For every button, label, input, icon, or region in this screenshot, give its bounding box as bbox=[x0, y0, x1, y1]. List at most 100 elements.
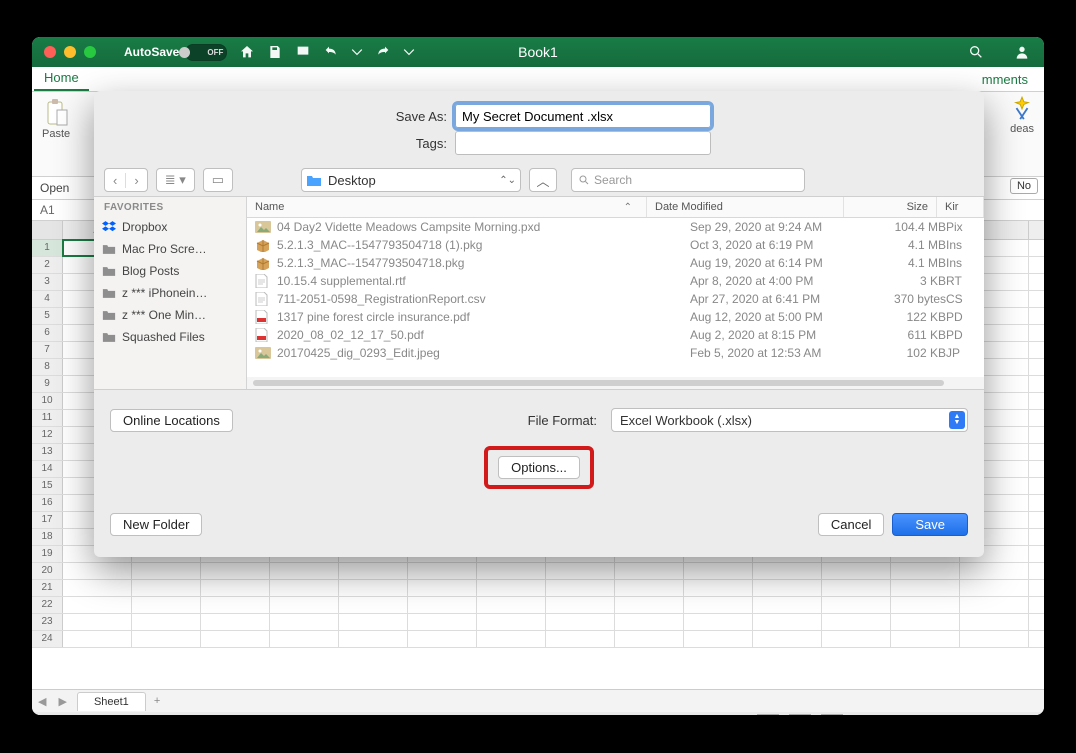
cell[interactable] bbox=[132, 631, 201, 647]
row-header[interactable]: 3 bbox=[32, 274, 63, 290]
cell[interactable] bbox=[684, 563, 753, 579]
cell[interactable] bbox=[477, 580, 546, 596]
row-header[interactable]: 21 bbox=[32, 580, 63, 596]
cancel-button[interactable]: Cancel bbox=[818, 513, 884, 536]
no-button[interactable]: No bbox=[1010, 178, 1038, 194]
row-header[interactable]: 13 bbox=[32, 444, 63, 460]
cell[interactable] bbox=[270, 597, 339, 613]
view-normal-icon[interactable] bbox=[757, 714, 779, 715]
cell[interactable] bbox=[615, 614, 684, 630]
view-mode-button[interactable]: ≣ ▾ bbox=[156, 168, 195, 192]
cell[interactable] bbox=[132, 597, 201, 613]
cell[interactable] bbox=[339, 597, 408, 613]
cell[interactable] bbox=[132, 563, 201, 579]
search-icon[interactable] bbox=[968, 44, 984, 60]
row-header[interactable]: 23 bbox=[32, 614, 63, 630]
row-header[interactable]: 15 bbox=[32, 478, 63, 494]
cell[interactable] bbox=[477, 563, 546, 579]
cell[interactable] bbox=[408, 563, 477, 579]
cell[interactable] bbox=[339, 563, 408, 579]
save-button[interactable]: Save bbox=[892, 513, 968, 536]
sidebar-item[interactable]: Mac Pro Scre… bbox=[94, 238, 246, 260]
sidebar-item[interactable]: Dropbox bbox=[94, 216, 246, 238]
cell[interactable] bbox=[822, 597, 891, 613]
row-header[interactable]: 7 bbox=[32, 342, 63, 358]
options-button[interactable]: Options... bbox=[498, 456, 580, 479]
cell[interactable] bbox=[477, 631, 546, 647]
cell[interactable] bbox=[270, 631, 339, 647]
cell[interactable] bbox=[408, 580, 477, 596]
cell[interactable] bbox=[546, 614, 615, 630]
name-box[interactable]: A1 bbox=[32, 203, 95, 217]
cell[interactable] bbox=[753, 631, 822, 647]
file-format-select[interactable]: Excel Workbook (.xlsx) ▲▼ bbox=[611, 408, 968, 432]
cell[interactable] bbox=[822, 563, 891, 579]
cell[interactable] bbox=[270, 614, 339, 630]
cell[interactable] bbox=[960, 563, 1029, 579]
cell[interactable] bbox=[201, 580, 270, 596]
cell[interactable] bbox=[63, 614, 132, 630]
ideas-button[interactable]: deas bbox=[1010, 95, 1034, 135]
file-row[interactable]: 1317 pine forest circle insurance.pdfAug… bbox=[247, 308, 984, 326]
tab-home[interactable]: Home bbox=[34, 66, 89, 91]
row-header[interactable]: 18 bbox=[32, 529, 63, 545]
paste-button[interactable]: Paste bbox=[42, 98, 70, 140]
cell[interactable] bbox=[753, 580, 822, 596]
cell[interactable] bbox=[684, 631, 753, 647]
row-header[interactable]: 5 bbox=[32, 308, 63, 324]
cell[interactable] bbox=[684, 580, 753, 596]
file-row[interactable]: 2020_08_02_12_17_50.pdfAug 2, 2020 at 8:… bbox=[247, 326, 984, 344]
new-folder-button[interactable]: New Folder bbox=[110, 513, 202, 536]
cell[interactable] bbox=[477, 614, 546, 630]
sidebar-item[interactable]: z *** One Min… bbox=[94, 304, 246, 326]
cell[interactable] bbox=[339, 631, 408, 647]
cell[interactable] bbox=[615, 631, 684, 647]
sidebar-item[interactable]: z *** iPhonein… bbox=[94, 282, 246, 304]
cell[interactable] bbox=[891, 597, 960, 613]
cell[interactable] bbox=[753, 597, 822, 613]
cell[interactable] bbox=[477, 597, 546, 613]
location-popup[interactable]: Desktop ⌃⌄ bbox=[301, 168, 521, 192]
cell[interactable] bbox=[132, 580, 201, 596]
cell[interactable] bbox=[684, 597, 753, 613]
tab-comments[interactable]: mments bbox=[972, 68, 1038, 91]
row-header[interactable]: 4 bbox=[32, 291, 63, 307]
sidebar-item[interactable]: Blog Posts bbox=[94, 260, 246, 282]
cell[interactable] bbox=[615, 580, 684, 596]
row-header[interactable]: 24 bbox=[32, 631, 63, 647]
cell[interactable] bbox=[408, 597, 477, 613]
cell[interactable] bbox=[891, 563, 960, 579]
view-break-icon[interactable] bbox=[821, 714, 843, 715]
row-header[interactable]: 2 bbox=[32, 257, 63, 273]
cell[interactable] bbox=[546, 563, 615, 579]
cell[interactable] bbox=[822, 631, 891, 647]
cell[interactable] bbox=[63, 631, 132, 647]
nav-back-forward[interactable]: ‹› bbox=[104, 168, 148, 192]
collapse-button[interactable]: ︿ bbox=[529, 168, 557, 192]
cell[interactable] bbox=[408, 631, 477, 647]
cell[interactable] bbox=[615, 563, 684, 579]
cell[interactable] bbox=[546, 580, 615, 596]
cell[interactable] bbox=[960, 597, 1029, 613]
cell[interactable] bbox=[684, 614, 753, 630]
cell[interactable] bbox=[822, 580, 891, 596]
cell[interactable] bbox=[63, 563, 132, 579]
sheet-next-icon[interactable]: ▶ bbox=[52, 695, 72, 708]
sheet-prev-icon[interactable]: ◀ bbox=[32, 695, 52, 708]
file-row[interactable]: 5.2.1.3_MAC--1547793504718.pkgAug 19, 20… bbox=[247, 254, 984, 272]
horizontal-scrollbar[interactable] bbox=[247, 377, 984, 389]
file-row[interactable]: 20170425_dig_0293_Edit.jpegFeb 5, 2020 a… bbox=[247, 344, 984, 362]
add-sheet-button[interactable]: + bbox=[154, 695, 160, 707]
sheet-tab[interactable]: Sheet1 bbox=[77, 692, 146, 711]
file-row[interactable]: 10.15.4 supplemental.rtfApr 8, 2020 at 4… bbox=[247, 272, 984, 290]
row-header[interactable]: 20 bbox=[32, 563, 63, 579]
file-row[interactable]: 711-2051-0598_RegistrationReport.csvApr … bbox=[247, 290, 984, 308]
search-field[interactable]: Search bbox=[571, 168, 805, 192]
row-header[interactable]: 9 bbox=[32, 376, 63, 392]
row-header[interactable]: 22 bbox=[32, 597, 63, 613]
row-header[interactable]: 1 bbox=[32, 240, 63, 256]
cell[interactable] bbox=[339, 580, 408, 596]
file-row[interactable]: 5.2.1.3_MAC--1547793504718 (1).pkgOct 3,… bbox=[247, 236, 984, 254]
cell[interactable] bbox=[891, 631, 960, 647]
cell[interactable] bbox=[201, 563, 270, 579]
